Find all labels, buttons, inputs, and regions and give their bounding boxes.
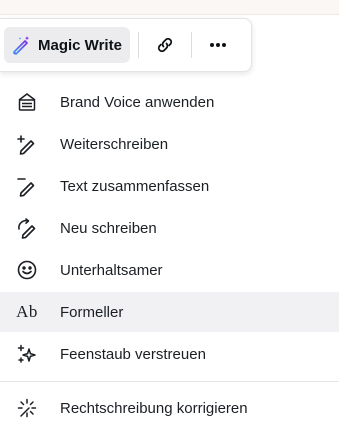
- more-options-button[interactable]: [200, 27, 236, 63]
- magic-write-button[interactable]: Magic Write: [4, 27, 130, 63]
- magic-write-label: Magic Write: [38, 36, 122, 54]
- toolbar-divider: [137, 32, 139, 58]
- menu-item-label: Text zusammenfassen: [60, 177, 210, 195]
- menu-item-sprinkle-magic[interactable]: Feenstaub verstreuen: [0, 334, 339, 374]
- ab-glyph: Ab: [16, 302, 38, 321]
- continue-writing-icon: [16, 133, 38, 155]
- rewrite-icon: [16, 217, 38, 239]
- magic-write-toolbar: Magic Write: [0, 18, 252, 72]
- menu-item-brand-voice[interactable]: Brand Voice anwenden: [0, 82, 339, 122]
- menu-divider: [0, 381, 339, 382]
- menu-item-more-fun[interactable]: Unterhaltsamer: [0, 250, 339, 290]
- menu-item-label: Neu schreiben: [60, 219, 157, 237]
- menu-item-summarize[interactable]: Text zusammenfassen: [0, 166, 339, 206]
- toolbar-divider: [190, 32, 192, 58]
- menu-item-label: Unterhaltsamer: [60, 261, 163, 279]
- more-horizontal-icon: [207, 34, 229, 56]
- menu-item-label: Brand Voice anwenden: [60, 93, 215, 111]
- canvas-top-strip: [0, 0, 339, 15]
- link-icon: [154, 34, 176, 56]
- menu-item-label: Weiterschreiben: [60, 135, 169, 153]
- ab-icon: Ab: [16, 301, 38, 323]
- link-button[interactable]: [147, 27, 183, 63]
- menu-item-continue-writing[interactable]: Weiterschreiben: [0, 124, 339, 164]
- spellcheck-icon: [16, 397, 38, 419]
- brand-voice-icon: [16, 91, 38, 113]
- summarize-icon: [16, 175, 38, 197]
- menu-item-more-formal[interactable]: Ab Formeller: [0, 292, 339, 332]
- sparkles-icon: [16, 343, 38, 365]
- menu-item-spellcheck[interactable]: Rechtschreibung korrigieren: [0, 388, 339, 428]
- smiley-icon: [16, 259, 38, 281]
- menu-item-label: Rechtschreibung korrigieren: [60, 399, 248, 417]
- menu-item-rewrite[interactable]: Neu schreiben: [0, 208, 339, 248]
- menu-item-label: Formeller: [60, 303, 124, 321]
- menu-item-label: Feenstaub verstreuen: [60, 345, 206, 363]
- magic-pen-icon: [10, 34, 32, 56]
